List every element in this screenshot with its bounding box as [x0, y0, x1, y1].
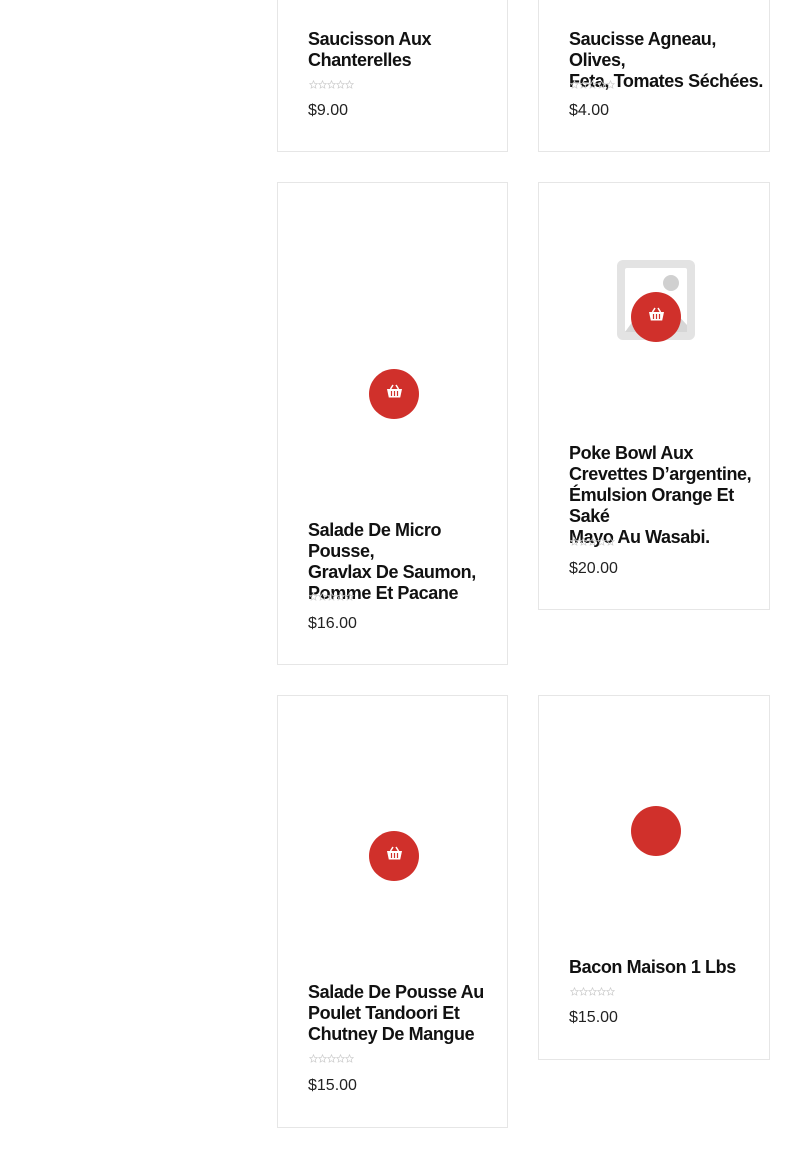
add-to-cart-button[interactable] — [631, 292, 681, 342]
star-icon — [309, 1054, 318, 1063]
star-rating — [570, 537, 615, 546]
star-icon — [597, 987, 606, 996]
product-price: $15.00 — [569, 1009, 618, 1026]
star-icon — [606, 80, 615, 89]
basket-icon — [648, 307, 665, 327]
star-icon — [588, 987, 597, 996]
star-icon — [327, 1054, 336, 1063]
star-icon — [588, 80, 597, 89]
star-icon — [327, 592, 336, 601]
star-icon — [579, 537, 588, 546]
add-to-cart-button[interactable] — [369, 369, 419, 419]
product-price: $20.00 — [569, 560, 618, 577]
star-rating — [309, 1054, 354, 1063]
add-to-cart-button[interactable] — [631, 806, 681, 856]
product-price: $15.00 — [308, 1077, 357, 1094]
basket-icon — [386, 846, 403, 866]
product-title[interactable]: Bacon Maison 1 Lbs — [569, 957, 769, 978]
star-icon — [570, 537, 579, 546]
product-card[interactable]: Salade De Micro Pousse, Gravlax De Saumo… — [277, 182, 508, 665]
star-icon — [579, 80, 588, 89]
product-card[interactable]: Saucisson Aux Chanterelles $9.00 — [277, 0, 508, 152]
star-rating — [309, 80, 354, 89]
product-title[interactable]: Salade De Pousse Au Poulet Tandoori Et C… — [308, 982, 507, 1045]
star-rating — [570, 987, 615, 996]
product-card[interactable]: Salade De Pousse Au Poulet Tandoori Et C… — [277, 695, 508, 1128]
star-icon — [606, 537, 615, 546]
star-rating — [309, 592, 354, 601]
product-image[interactable] — [278, 183, 507, 503]
star-icon — [336, 80, 345, 89]
basket-icon — [386, 384, 403, 404]
star-icon — [606, 987, 615, 996]
star-icon — [597, 537, 606, 546]
star-icon — [318, 1054, 327, 1063]
star-icon — [597, 80, 606, 89]
product-title[interactable]: Saucisson Aux Chanterelles — [308, 29, 507, 71]
star-icon — [336, 1054, 345, 1063]
add-to-cart-button[interactable] — [369, 831, 419, 881]
product-card[interactable]: Saucisse Agneau, Olives, Feta, Tomates S… — [538, 0, 770, 152]
star-icon — [570, 987, 579, 996]
star-icon — [318, 592, 327, 601]
product-title[interactable]: Poke Bowl Aux Crevettes D’argentine, Ému… — [569, 443, 769, 548]
product-card[interactable]: Poke Bowl Aux Crevettes D’argentine, Ému… — [538, 182, 770, 610]
star-icon — [318, 80, 327, 89]
star-rating — [570, 80, 615, 89]
star-icon — [345, 592, 354, 601]
star-icon — [345, 1054, 354, 1063]
star-icon — [570, 80, 579, 89]
star-icon — [309, 592, 318, 601]
product-price: $4.00 — [569, 102, 610, 119]
star-icon — [345, 80, 354, 89]
star-icon — [588, 537, 597, 546]
star-icon — [336, 592, 345, 601]
star-icon — [309, 80, 318, 89]
star-icon — [327, 80, 336, 89]
product-price: $16.00 — [308, 615, 357, 632]
star-icon — [579, 987, 588, 996]
product-price: $9.00 — [308, 102, 349, 119]
product-card[interactable]: Bacon Maison 1 Lbs $15.00 — [538, 695, 770, 1060]
